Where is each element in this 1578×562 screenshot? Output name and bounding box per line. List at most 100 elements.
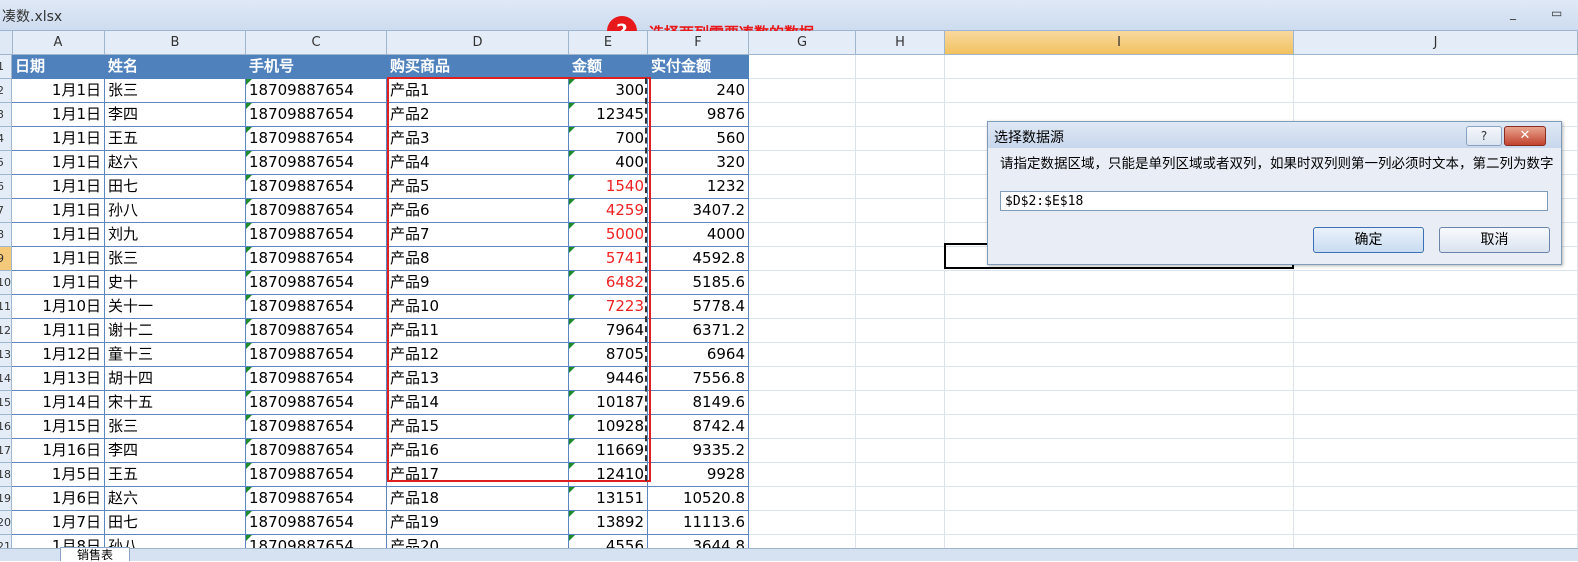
column-header-b[interactable]: B bbox=[105, 31, 246, 54]
empty-cell[interactable] bbox=[856, 391, 945, 415]
table-cell[interactable]: 1月7日 bbox=[12, 511, 105, 535]
empty-cell[interactable] bbox=[945, 415, 1294, 439]
table-cell[interactable]: 18709887654 bbox=[246, 127, 387, 151]
table-cell[interactable]: 李四 bbox=[105, 439, 246, 463]
table-cell[interactable]: 3407.2 bbox=[648, 199, 749, 223]
empty-cell[interactable] bbox=[749, 439, 856, 463]
empty-cell[interactable] bbox=[749, 463, 856, 487]
empty-cell[interactable] bbox=[856, 55, 945, 79]
table-cell[interactable]: 谢十二 bbox=[105, 319, 246, 343]
empty-cell[interactable] bbox=[1294, 415, 1578, 439]
row-header[interactable]: 16 bbox=[0, 415, 12, 439]
row-header[interactable]: 7 bbox=[0, 199, 12, 223]
table-cell[interactable]: 18709887654 bbox=[246, 151, 387, 175]
empty-cell[interactable] bbox=[945, 55, 1294, 79]
table-cell[interactable]: 1月5日 bbox=[12, 463, 105, 487]
empty-cell[interactable] bbox=[856, 199, 945, 223]
column-header-e[interactable]: E bbox=[569, 31, 648, 54]
empty-cell[interactable] bbox=[1294, 319, 1578, 343]
column-header-a[interactable]: A bbox=[12, 31, 105, 54]
empty-cell[interactable] bbox=[1294, 295, 1578, 319]
empty-cell[interactable] bbox=[749, 343, 856, 367]
table-cell[interactable]: 赵六 bbox=[105, 487, 246, 511]
empty-cell[interactable] bbox=[856, 271, 945, 295]
empty-cell[interactable] bbox=[856, 127, 945, 151]
empty-cell[interactable] bbox=[856, 367, 945, 391]
table-cell[interactable]: 8149.6 bbox=[648, 391, 749, 415]
column-header-f[interactable]: F bbox=[648, 31, 749, 54]
empty-cell[interactable] bbox=[945, 463, 1294, 487]
table-cell[interactable]: 9928 bbox=[648, 463, 749, 487]
column-header-d[interactable]: D bbox=[387, 31, 569, 54]
empty-cell[interactable] bbox=[856, 103, 945, 127]
table-cell[interactable]: 1月14日 bbox=[12, 391, 105, 415]
table-cell[interactable]: 9335.2 bbox=[648, 439, 749, 463]
table-cell[interactable]: 13151 bbox=[569, 487, 648, 511]
empty-cell[interactable] bbox=[856, 175, 945, 199]
table-cell[interactable]: 1月1日 bbox=[12, 199, 105, 223]
table-cell[interactable]: 560 bbox=[648, 127, 749, 151]
row-header[interactable]: 17 bbox=[0, 439, 12, 463]
empty-cell[interactable] bbox=[945, 271, 1294, 295]
table-cell[interactable]: 1月12日 bbox=[12, 343, 105, 367]
header-cell[interactable]: 实付金额 bbox=[648, 55, 749, 79]
table-cell[interactable]: 1月1日 bbox=[12, 79, 105, 103]
row-header[interactable]: 5 bbox=[0, 151, 12, 175]
column-header-j[interactable]: J bbox=[1294, 31, 1578, 54]
table-cell[interactable]: 刘九 bbox=[105, 223, 246, 247]
table-cell[interactable]: 胡十四 bbox=[105, 367, 246, 391]
table-cell[interactable]: 4592.8 bbox=[648, 247, 749, 271]
row-header[interactable]: 3 bbox=[0, 103, 12, 127]
table-cell[interactable]: 1月1日 bbox=[12, 103, 105, 127]
empty-cell[interactable] bbox=[856, 151, 945, 175]
table-cell[interactable]: 张三 bbox=[105, 415, 246, 439]
empty-cell[interactable] bbox=[749, 223, 856, 247]
row-header[interactable]: 12 bbox=[0, 319, 12, 343]
sheet-tab[interactable]: 销售表 bbox=[60, 547, 130, 562]
table-cell[interactable]: 5185.6 bbox=[648, 271, 749, 295]
table-cell[interactable]: 产品18 bbox=[387, 487, 569, 511]
row-header[interactable]: 10 bbox=[0, 271, 12, 295]
empty-cell[interactable] bbox=[856, 463, 945, 487]
table-cell[interactable]: 13892 bbox=[569, 511, 648, 535]
table-cell[interactable]: 18709887654 bbox=[246, 511, 387, 535]
close-button[interactable]: ✕ bbox=[1504, 126, 1546, 146]
table-cell[interactable]: 孙八 bbox=[105, 199, 246, 223]
empty-cell[interactable] bbox=[1294, 343, 1578, 367]
empty-cell[interactable] bbox=[856, 487, 945, 511]
table-cell[interactable]: 10520.8 bbox=[648, 487, 749, 511]
row-header[interactable]: 8 bbox=[0, 223, 12, 247]
row-header[interactable]: 19 bbox=[0, 487, 12, 511]
empty-cell[interactable] bbox=[1294, 79, 1578, 103]
table-cell[interactable]: 关十一 bbox=[105, 295, 246, 319]
table-cell[interactable]: 1月1日 bbox=[12, 127, 105, 151]
table-cell[interactable]: 18709887654 bbox=[246, 175, 387, 199]
cancel-button[interactable]: 取消 bbox=[1439, 227, 1550, 253]
empty-cell[interactable] bbox=[749, 319, 856, 343]
row-header[interactable]: 20 bbox=[0, 511, 12, 535]
table-cell[interactable]: 1232 bbox=[648, 175, 749, 199]
table-cell[interactable]: 1月1日 bbox=[12, 151, 105, 175]
table-cell[interactable]: 张三 bbox=[105, 79, 246, 103]
row-header[interactable]: 14 bbox=[0, 367, 12, 391]
table-cell[interactable]: 王五 bbox=[105, 127, 246, 151]
empty-cell[interactable] bbox=[749, 127, 856, 151]
empty-cell[interactable] bbox=[945, 367, 1294, 391]
table-cell[interactable]: 1月1日 bbox=[12, 271, 105, 295]
table-cell[interactable]: 1月1日 bbox=[12, 223, 105, 247]
empty-cell[interactable] bbox=[749, 367, 856, 391]
table-cell[interactable]: 18709887654 bbox=[246, 439, 387, 463]
table-cell[interactable]: 18709887654 bbox=[246, 271, 387, 295]
empty-cell[interactable] bbox=[749, 247, 856, 271]
empty-cell[interactable] bbox=[856, 415, 945, 439]
table-cell[interactable]: 1月1日 bbox=[12, 247, 105, 271]
empty-cell[interactable] bbox=[749, 199, 856, 223]
table-cell[interactable]: 18709887654 bbox=[246, 367, 387, 391]
empty-cell[interactable] bbox=[945, 79, 1294, 103]
table-cell[interactable]: 宋十五 bbox=[105, 391, 246, 415]
table-cell[interactable]: 6964 bbox=[648, 343, 749, 367]
table-cell[interactable]: 1月13日 bbox=[12, 367, 105, 391]
row-header[interactable]: 1 bbox=[0, 55, 12, 79]
empty-cell[interactable] bbox=[1294, 391, 1578, 415]
table-cell[interactable]: 18709887654 bbox=[246, 223, 387, 247]
